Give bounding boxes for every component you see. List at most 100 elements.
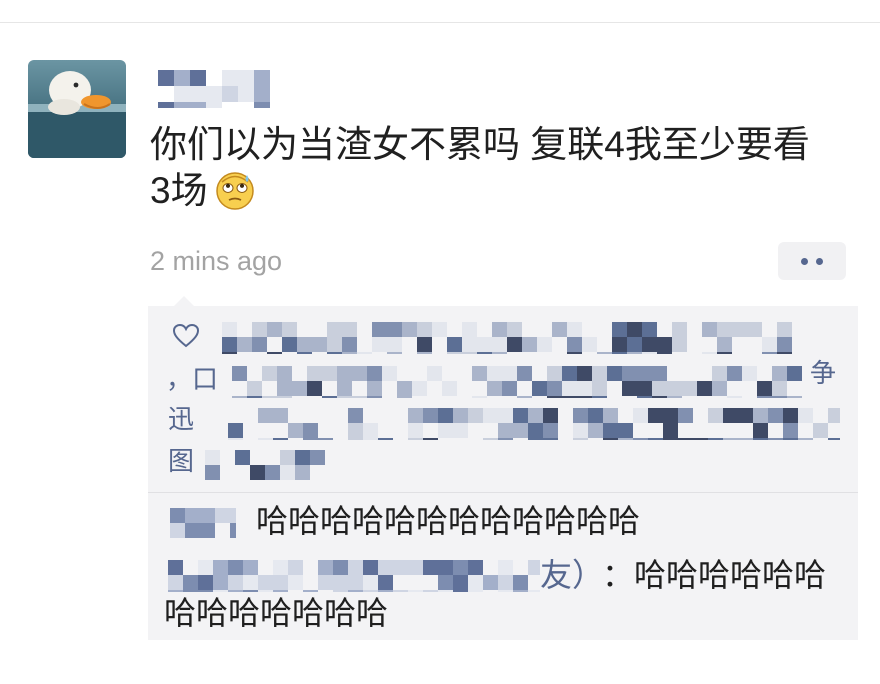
mosaic-tile [697, 381, 712, 396]
mosaic-tile [652, 396, 667, 398]
comment-author-name-suffix[interactable]: 友） [540, 556, 604, 594]
mosaic-tile [708, 438, 723, 440]
mosaic-tile [438, 590, 453, 592]
mosaic-tile [438, 575, 453, 590]
mosaic-tile [573, 438, 588, 440]
mosaic-tile [603, 438, 618, 440]
mosaic-tile [627, 337, 642, 352]
mosaic-tile [295, 465, 310, 480]
mosaic-tile [243, 560, 258, 575]
mosaic-tile [483, 408, 498, 423]
mosaic-tile [637, 381, 652, 396]
mosaic-tile [772, 381, 787, 396]
mosaic-tile [712, 366, 727, 381]
mosaic-tile [243, 590, 258, 592]
mosaic-tile [307, 366, 322, 381]
mosaic-tile [423, 408, 438, 423]
mosaic-tile [312, 337, 327, 352]
mosaic-tile [417, 337, 432, 352]
mosaic-tile [498, 575, 513, 590]
mosaic-tile [573, 408, 588, 423]
mosaic-tile [273, 590, 288, 592]
mosaic-tile [230, 523, 236, 538]
mosaic-tile [633, 408, 648, 423]
mosaic-tile [237, 337, 252, 352]
mosaic-tile [258, 590, 273, 592]
likes-name-fragment: 图 [168, 446, 195, 476]
mosaic-tile [442, 381, 457, 396]
duck-avatar-image [28, 60, 126, 158]
likes-comments-divider [148, 492, 858, 493]
mosaic-tile [230, 508, 236, 523]
mosaic-tile [612, 352, 627, 354]
mosaic-tile [768, 408, 783, 423]
comment-author-pixelated[interactable] [170, 508, 236, 538]
mosaic-tile [198, 575, 213, 590]
mosaic-tile [367, 381, 382, 396]
mosaic-tile [757, 396, 772, 398]
mosaic-tile [562, 366, 577, 381]
mosaic-tile [348, 575, 363, 590]
mosaic-tile [447, 352, 462, 354]
mosaic-tile [492, 352, 507, 354]
mosaic-tile [254, 70, 270, 86]
mosaic-tile [206, 86, 222, 102]
post-text: 你们以为当渣女不累吗 复联4我至少要看 3场 [150, 122, 810, 214]
mosaic-tile [213, 575, 228, 590]
author-avatar[interactable] [28, 60, 126, 158]
mosaic-tile [378, 575, 393, 590]
mosaic-tile [170, 523, 185, 538]
mosaic-tile [798, 408, 813, 423]
mosaic-tile [170, 508, 185, 523]
mosaic-tile [254, 102, 270, 108]
mosaic-tile [185, 523, 200, 538]
more-actions-button[interactable] [778, 242, 846, 280]
likes-names-pixelated[interactable] [228, 408, 840, 440]
mosaic-tile [672, 337, 687, 352]
likes-names-pixelated[interactable] [232, 366, 802, 398]
comment-text[interactable]: 哈哈哈哈哈哈哈 [164, 594, 388, 632]
mosaic-tile [562, 396, 577, 398]
mosaic-tile [762, 352, 777, 354]
mosaic-tile [258, 408, 273, 423]
comment-text[interactable]: ：哈哈哈哈哈哈 [602, 556, 826, 594]
mosaic-tile [492, 337, 507, 352]
likes-names-pixelated[interactable] [222, 322, 792, 354]
mosaic-tile [543, 408, 558, 423]
mosaic-tile [468, 560, 483, 575]
mosaic-tile [382, 366, 397, 381]
mosaic-tile [453, 423, 468, 438]
mosaic-tile [277, 366, 292, 381]
mosaic-tile [517, 396, 532, 398]
mosaic-tile [262, 366, 277, 381]
mosaic-tile [342, 337, 357, 352]
mosaic-tile [333, 575, 348, 590]
mosaic-tile [205, 465, 220, 480]
likes-name-fragment: 争 [810, 358, 837, 388]
mosaic-tile [387, 352, 402, 354]
mosaic-tile [243, 575, 258, 590]
mosaic-tile [672, 322, 687, 337]
mosaic-tile [498, 408, 513, 423]
mosaic-tile [417, 352, 432, 354]
comment-author-pixelated[interactable] [168, 560, 540, 592]
post-text-line: 你们以为当渣女不累吗 复联4我至少要看 [150, 124, 810, 165]
mosaic-tile [717, 337, 732, 352]
mosaic-tile [297, 337, 312, 352]
mosaic-tile [273, 575, 288, 590]
mosaic-tile [247, 381, 262, 396]
mosaic-tile [337, 396, 352, 398]
mosaic-tile [477, 352, 492, 354]
mosaic-tile [322, 366, 337, 381]
mosaic-tile [678, 408, 693, 423]
mosaic-tile [582, 337, 597, 352]
likes-names-pixelated[interactable] [205, 450, 325, 480]
author-name-pixelated[interactable] [158, 70, 270, 108]
mosaic-tile [273, 438, 288, 440]
mosaic-tile [273, 560, 288, 575]
mosaic-tile [235, 450, 250, 465]
mosaic-tile [367, 366, 382, 381]
mosaic-tile [408, 438, 423, 440]
mosaic-tile [228, 560, 243, 575]
comment-text[interactable]: 哈哈哈哈哈哈哈哈哈哈哈哈 [256, 502, 640, 540]
